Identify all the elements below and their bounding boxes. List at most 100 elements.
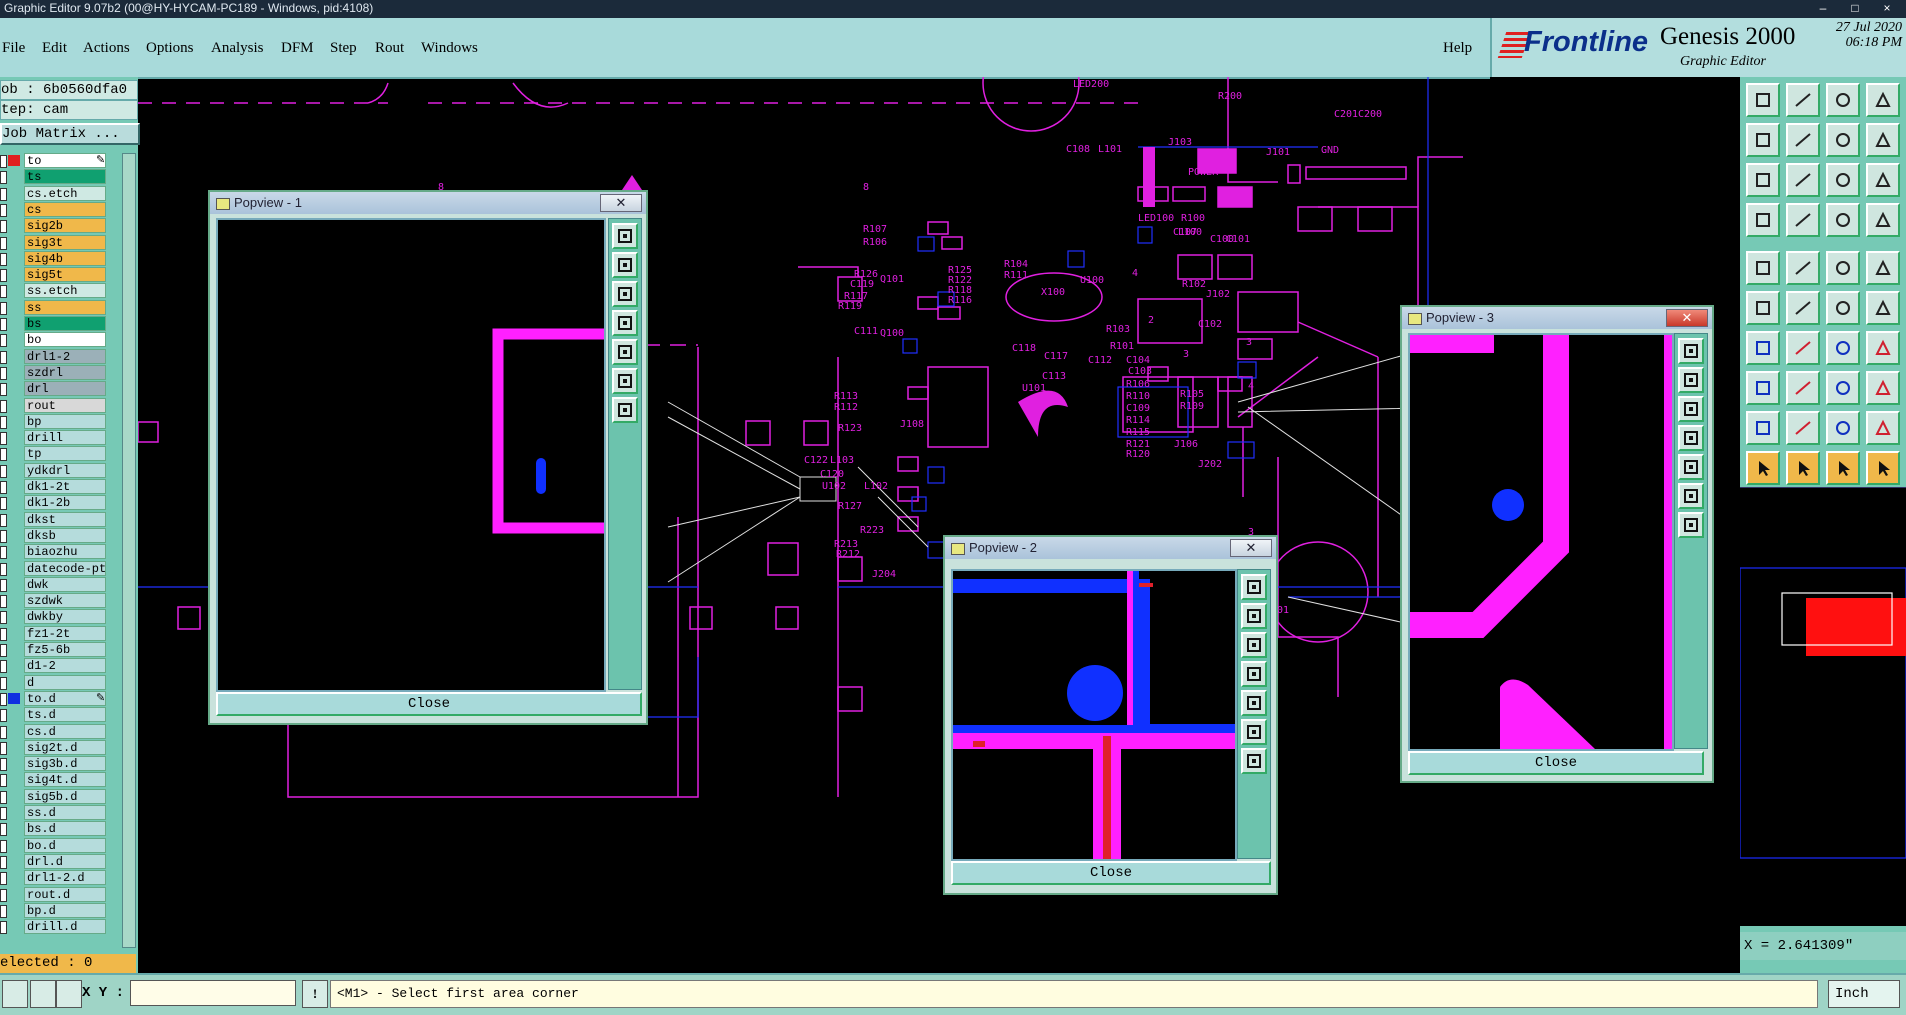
zoom-fit-icon[interactable]: [1241, 574, 1267, 600]
layer-name[interactable]: ydkdrl: [24, 462, 106, 478]
layer-checkbox[interactable]: [0, 741, 7, 755]
layer-checkbox[interactable]: [0, 171, 7, 185]
popview-2-close-button[interactable]: Close: [951, 861, 1271, 885]
layer-row[interactable]: rout.d: [0, 886, 110, 902]
popview-1-viewport[interactable]: [216, 218, 606, 692]
layer-row[interactable]: drill: [0, 430, 110, 446]
pan-left-icon[interactable]: [1241, 661, 1267, 687]
grid-toggle-icon[interactable]: [56, 980, 82, 1008]
mirror-icon[interactable]: [1866, 331, 1900, 365]
layer-checkbox[interactable]: [0, 481, 7, 494]
pad-icon[interactable]: [1746, 251, 1780, 285]
layer-row[interactable]: dksb: [0, 527, 110, 543]
layer-name[interactable]: szdwk: [24, 593, 106, 609]
layer-checkbox[interactable]: [0, 546, 7, 560]
layer-checkbox[interactable]: [0, 725, 7, 739]
help-icon[interactable]: [1866, 163, 1900, 197]
layer-name[interactable]: sig5t: [24, 267, 106, 283]
layer-row[interactable]: sig3t: [0, 234, 110, 250]
layer-row[interactable]: fz1-2t: [0, 625, 110, 641]
layer-name[interactable]: datecode-pt: [24, 560, 106, 576]
layer-row[interactable]: sig2t.d: [0, 739, 110, 755]
pan-right-icon[interactable]: [1241, 690, 1267, 716]
layer-row[interactable]: datecode-pt: [0, 560, 110, 576]
layer-checkbox[interactable]: [0, 366, 7, 380]
popview-2-viewport[interactable]: [951, 569, 1237, 861]
layer-checkbox[interactable]: [0, 334, 7, 348]
layer-checkbox[interactable]: [0, 823, 7, 837]
menu-options[interactable]: Options: [146, 40, 194, 57]
maximize-button[interactable]: □: [1838, 0, 1872, 16]
layer-name[interactable]: biaozhu: [24, 544, 106, 560]
layer-checkbox[interactable]: [0, 415, 7, 429]
layer-row[interactable]: dwkby: [0, 609, 110, 625]
layer-checkbox[interactable]: [0, 350, 7, 364]
menu-dfm[interactable]: DFM: [281, 40, 314, 57]
layer-name[interactable]: dk1-2t: [24, 479, 106, 494]
layer-checkbox[interactable]: [0, 383, 7, 397]
layer-name[interactable]: drl1-2: [24, 348, 106, 364]
layer-row[interactable]: cs: [0, 201, 110, 217]
layer-checkbox[interactable]: [0, 318, 7, 331]
scale-1-2-icon[interactable]: [1826, 163, 1860, 197]
zoom-out-icon[interactable]: [1678, 396, 1704, 422]
layer-name[interactable]: dksb: [24, 527, 106, 543]
zoom-in-icon[interactable]: [1241, 603, 1267, 629]
layer-row[interactable]: drill.d: [0, 919, 110, 935]
layer-name[interactable]: ss.etch: [24, 283, 106, 299]
menu-help[interactable]: Help: [1443, 40, 1472, 57]
zoom-home-icon[interactable]: [1746, 83, 1780, 117]
layer-checkbox[interactable]: [0, 660, 7, 674]
layer-checkbox[interactable]: [0, 497, 7, 511]
layer-name[interactable]: ts.d: [24, 707, 106, 723]
pan-right-icon[interactable]: [1786, 123, 1820, 157]
menu-file[interactable]: File: [2, 40, 25, 57]
layer-name[interactable]: dwkby: [24, 609, 106, 625]
zoom-fit-icon[interactable]: [612, 223, 638, 249]
connect-icon[interactable]: [1746, 291, 1780, 325]
layer-checkbox[interactable]: [0, 676, 7, 690]
fit-all-icon[interactable]: [1678, 483, 1704, 509]
layer-row[interactable]: biaozhu: [0, 544, 110, 560]
close-icon[interactable]: ✕: [1666, 309, 1708, 327]
layer-name[interactable]: ss: [24, 299, 106, 315]
layer-row[interactable]: dkst: [0, 511, 110, 527]
layer-name[interactable]: tp: [24, 446, 106, 462]
layer-row[interactable]: bs.d: [0, 821, 110, 837]
layer-row[interactable]: ss.etch: [0, 283, 110, 299]
layer-row[interactable]: dk1-2t: [0, 479, 110, 494]
layer-name[interactable]: ts: [24, 169, 106, 185]
layer-row[interactable]: bo.d: [0, 837, 110, 853]
layer-checkbox[interactable]: [0, 562, 7, 576]
close-icon[interactable]: ✕: [1230, 539, 1272, 557]
popview-3-viewport[interactable]: [1408, 333, 1674, 751]
layer-checkbox[interactable]: [0, 709, 7, 723]
layer-row[interactable]: cs.d: [0, 723, 110, 739]
select-box-icon[interactable]: [1786, 451, 1820, 485]
zoom-in-icon[interactable]: [1678, 367, 1704, 393]
layer-row[interactable]: drl1-2: [0, 348, 110, 364]
trapezoid-icon[interactable]: [1826, 411, 1860, 445]
layer-row[interactable]: dwk: [0, 576, 110, 592]
alert-icon[interactable]: !: [302, 980, 328, 1008]
layer-name[interactable]: bp: [24, 413, 106, 429]
fit-icon[interactable]: [1746, 163, 1780, 197]
layer-row[interactable]: sig5t: [0, 267, 110, 283]
layer-row[interactable]: sig4b: [0, 250, 110, 266]
layer-name[interactable]: ss.d: [24, 805, 106, 820]
layer-name[interactable]: cs.d: [24, 723, 106, 739]
horiz-line-icon[interactable]: [1786, 371, 1820, 405]
close-icon[interactable]: ✕: [600, 194, 642, 212]
layer-name[interactable]: bs.d: [24, 821, 106, 837]
zoom-fit-icon[interactable]: [1678, 338, 1704, 364]
xy-input[interactable]: [130, 980, 296, 1006]
layer-name[interactable]: bp.d: [24, 902, 106, 918]
select-multi-icon[interactable]: [1866, 451, 1900, 485]
layer-checkbox[interactable]: [0, 269, 7, 283]
line-icon[interactable]: [1746, 331, 1780, 365]
pan-right-icon[interactable]: [612, 339, 638, 365]
layer-checkbox[interactable]: [0, 187, 7, 201]
fit-all-icon[interactable]: [1241, 719, 1267, 745]
layer-row[interactable]: sig4t.d: [0, 772, 110, 788]
layer-name[interactable]: drill.d: [24, 919, 106, 935]
